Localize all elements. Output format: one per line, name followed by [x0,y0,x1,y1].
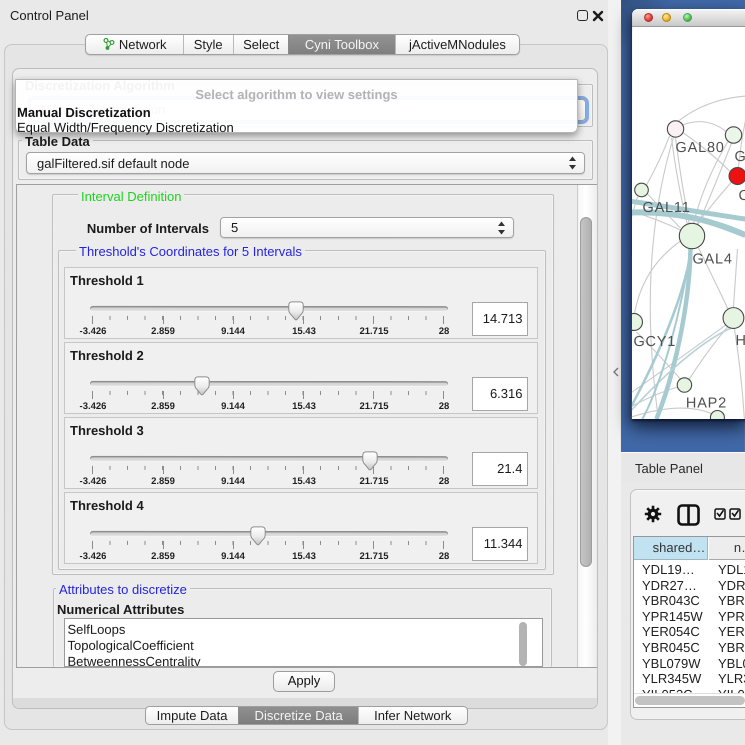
svg-text:GAL11: GAL11 [642,200,690,216]
svg-text:GA: GA [734,149,745,165]
svg-text:C: C [738,188,745,204]
svg-text:GAL4: GAL4 [692,252,732,268]
svg-text:GAL80: GAL80 [675,140,724,156]
svg-text:GCY1: GCY1 [633,334,676,350]
svg-text:HAP2: HAP2 [685,395,726,411]
svg-text:H: H [735,333,745,349]
